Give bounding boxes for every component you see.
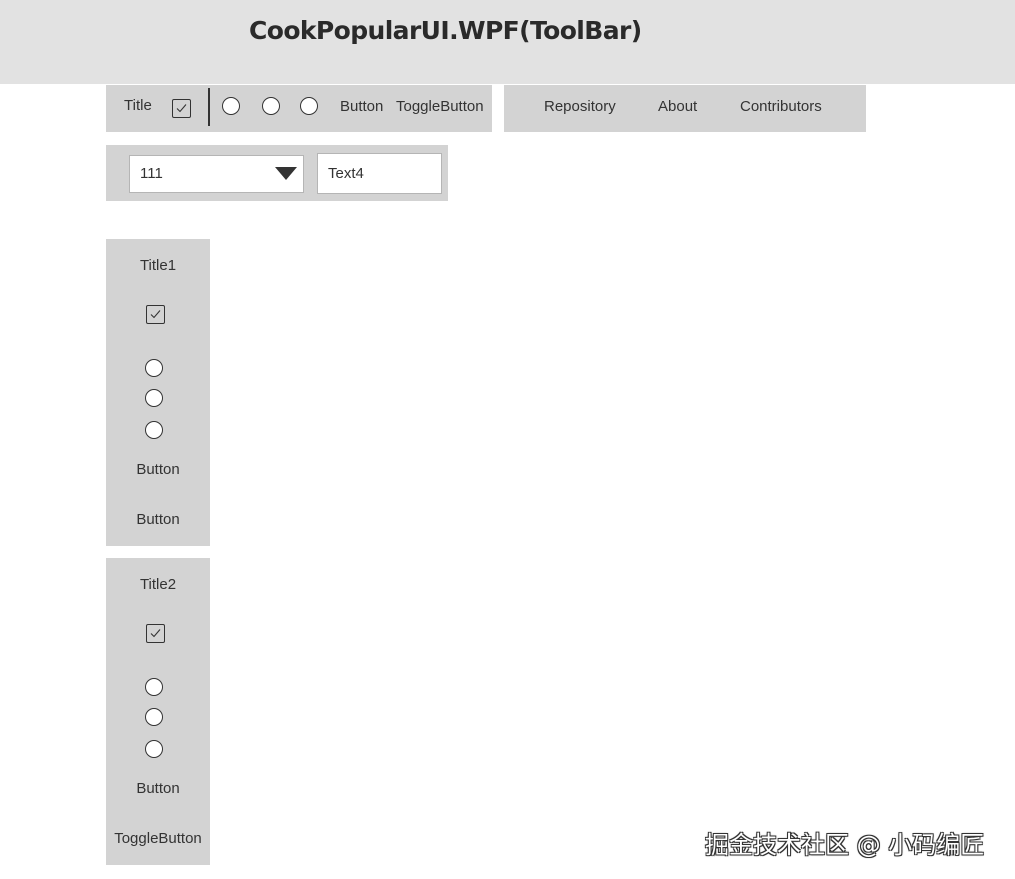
vtoolbar2-checkbox[interactable] bbox=[146, 624, 165, 643]
window-title: CookPopularUI.WPF(ToolBar) bbox=[249, 16, 642, 45]
watermark-text: 掘金技术社区 @ 小码编匠 bbox=[705, 831, 985, 859]
link-about[interactable]: About bbox=[658, 98, 697, 116]
vtoolbar2-toggle-button[interactable]: ToggleButton bbox=[106, 830, 210, 848]
link-contributors[interactable]: Contributors bbox=[740, 98, 822, 116]
link-repository[interactable]: Repository bbox=[544, 98, 616, 116]
vtoolbar2-title: Title2 bbox=[139, 576, 177, 593]
vtoolbar1-radio-3[interactable] bbox=[145, 421, 163, 439]
vtoolbar1-button-2[interactable]: Button bbox=[106, 511, 210, 529]
chevron-down-icon bbox=[275, 167, 297, 180]
check-icon bbox=[150, 629, 161, 638]
toolbar-checkbox[interactable] bbox=[172, 99, 191, 118]
toolbar-links: Repository About Contributors bbox=[504, 85, 866, 132]
toolbar-radio-1[interactable] bbox=[222, 97, 240, 115]
vtoolbar2-button[interactable]: Button bbox=[106, 780, 210, 798]
vertical-toolbar-2: Title2 Button ToggleButton bbox=[106, 558, 210, 865]
toolbar-main: Title Button ToggleButton bbox=[106, 85, 492, 132]
check-icon bbox=[176, 104, 187, 113]
vtoolbar2-radio-3[interactable] bbox=[145, 740, 163, 758]
vertical-toolbar-1: Title1 Button Button bbox=[106, 239, 210, 546]
toolbar-toggle-button[interactable]: ToggleButton bbox=[396, 98, 484, 116]
toolbar-radio-2[interactable] bbox=[262, 97, 280, 115]
vtoolbar2-radio-2[interactable] bbox=[145, 708, 163, 726]
toolbar-inputs: 111 bbox=[106, 145, 448, 201]
vtoolbar1-checkbox[interactable] bbox=[146, 305, 165, 324]
check-icon bbox=[150, 310, 161, 319]
combo-selected-value: 111 bbox=[140, 165, 163, 182]
combo-box[interactable]: 111 bbox=[129, 155, 304, 193]
toolbar-title: Title bbox=[124, 97, 152, 114]
text-field[interactable] bbox=[317, 153, 442, 194]
vtoolbar1-title: Title1 bbox=[139, 257, 177, 274]
toolbar-separator bbox=[208, 88, 210, 126]
vtoolbar1-radio-1[interactable] bbox=[145, 359, 163, 377]
toolbar-radio-3[interactable] bbox=[300, 97, 318, 115]
vtoolbar1-button-1[interactable]: Button bbox=[106, 461, 210, 479]
vtoolbar1-radio-2[interactable] bbox=[145, 389, 163, 407]
toolbar-button[interactable]: Button bbox=[340, 98, 383, 116]
vtoolbar2-radio-1[interactable] bbox=[145, 678, 163, 696]
title-bar: CookPopularUI.WPF(ToolBar) bbox=[0, 0, 1015, 84]
